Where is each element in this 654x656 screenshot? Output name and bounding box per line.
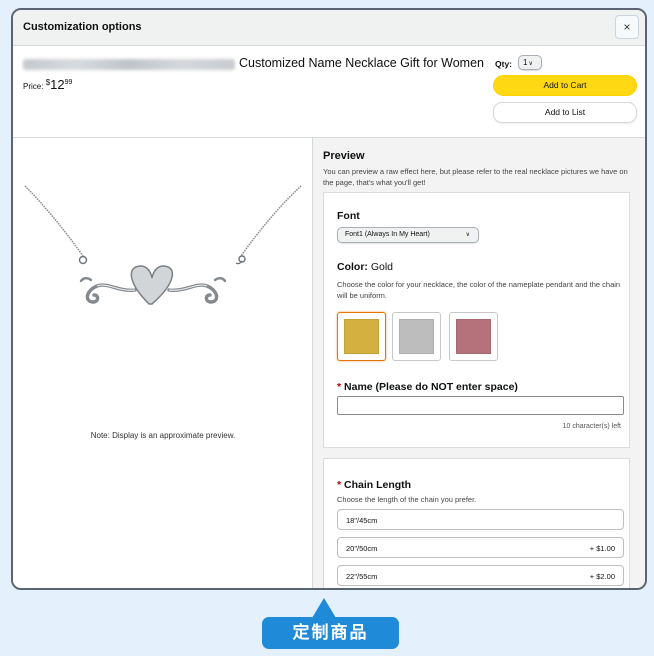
product-summary: Customized Name Necklace Gift for Women …: [13, 47, 645, 137]
chain-option-price: + $2.00: [589, 572, 615, 581]
necklace-preview-image: [24, 185, 302, 305]
required-mark: *: [337, 381, 342, 393]
silver-chip: [399, 319, 434, 354]
chevron-down-icon: ∨: [465, 232, 470, 238]
required-mark: *: [337, 479, 342, 491]
customization-pane: Preview You can preview a raw effect her…: [313, 138, 645, 588]
color-heading: Color: Gold: [337, 261, 393, 273]
preview-heading: Preview: [323, 150, 365, 162]
qty-label: Qty:: [495, 59, 512, 69]
chain-option-label: 22"/55cm: [346, 572, 378, 581]
chain-option-label: 18"/45cm: [346, 516, 378, 525]
price-label: Price:: [23, 82, 44, 91]
callout-pointer: [312, 598, 336, 618]
chain-option-label: 20"/50cm: [346, 544, 378, 553]
preview-image-pane: Note: Display is an approximate preview.: [13, 138, 313, 588]
caption-label: 定制商品: [262, 617, 399, 649]
options-card: Font Font1 (Always In My Heart) ∨ Color:…: [323, 192, 630, 448]
add-to-list-button[interactable]: Add to List: [493, 102, 637, 123]
gold-chip: [344, 319, 379, 354]
rose-gold-chip: [456, 319, 491, 354]
font-heading: Font: [337, 210, 360, 222]
font-dropdown[interactable]: Font1 (Always In My Heart) ∨: [337, 227, 479, 243]
chevron-down-icon: ∨: [528, 61, 533, 67]
add-to-cart-button[interactable]: Add to Cart: [493, 75, 637, 96]
chain-option-price: + $1.00: [589, 544, 615, 553]
name-heading: * Name (Please do NOT enter space): [337, 381, 518, 393]
name-heading-label: Name (Please do NOT enter space): [344, 381, 518, 393]
chain-option-22[interactable]: 22"/55cm + $2.00: [337, 565, 624, 586]
customization-dialog: Customization options × Customized Name …: [11, 8, 647, 590]
font-selected-value: Font1 (Always In My Heart): [345, 231, 430, 238]
name-input[interactable]: [337, 396, 624, 415]
color-swatch-gold[interactable]: [337, 312, 386, 361]
chain-option-20[interactable]: 20"/50cm + $1.00: [337, 537, 624, 558]
qty-dropdown[interactable]: 1∨: [518, 55, 542, 70]
chain-heading-label: Chain Length: [344, 479, 412, 491]
chain-description: Choose the length of the chain you prefe…: [337, 495, 477, 504]
dialog-header: Customization options ×: [13, 10, 645, 46]
price-whole: 12: [50, 77, 65, 92]
color-swatch-rose-gold[interactable]: [449, 312, 498, 361]
preview-description: You can preview a raw effect here, but p…: [323, 167, 628, 187]
color-swatch-silver[interactable]: [392, 312, 441, 361]
color-description: Choose the color for your necklace, the …: [337, 280, 621, 300]
qty-value: 1: [523, 58, 528, 67]
preview-note: Note: Display is an approximate preview.: [90, 431, 236, 440]
product-price: Price: $1299: [23, 77, 72, 92]
close-button[interactable]: ×: [615, 15, 639, 39]
chars-left-counter: 10 character(s) left: [562, 423, 621, 430]
chain-heading: * Chain Length: [337, 479, 411, 491]
chain-option-18[interactable]: 18"/45cm: [337, 509, 624, 530]
price-cents: 99: [64, 79, 73, 86]
color-selected-value: Gold: [370, 261, 394, 273]
dialog-title: Customization options: [23, 21, 142, 33]
chain-length-card: * Chain Length Choose the length of the …: [323, 458, 630, 588]
blurred-brand-name: [23, 59, 235, 70]
product-title: Customized Name Necklace Gift for Women: [239, 56, 484, 70]
color-label: Color:: [337, 261, 368, 273]
